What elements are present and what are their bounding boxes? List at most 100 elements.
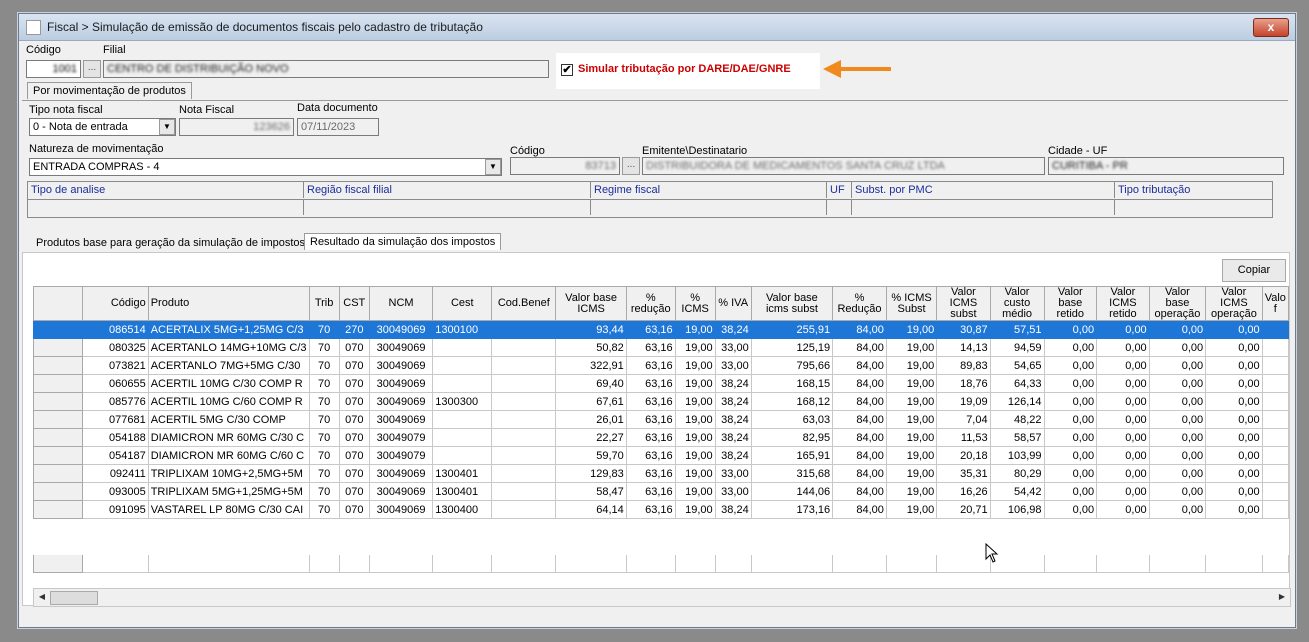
col-trib[interactable]: Trib [308,286,340,321]
table-row[interactable]: 080325 ACERTANLO 14MG+10MG C/3 70 070 300490… [32,338,1290,357]
col-perc-icms[interactable]: % ICMS [674,286,716,321]
natureza-dropdown-icon[interactable]: ▼ [485,159,501,175]
col-perc-reducao-subst[interactable]: % Redução [832,286,887,321]
row-indicator[interactable] [32,374,84,393]
col-produto[interactable]: Produto [147,286,310,321]
table-cell: 144,06 [750,482,834,501]
row-indicator[interactable] [32,320,84,339]
copiar-button[interactable]: Copiar [1222,259,1286,282]
table-cell [491,320,557,339]
row-indicator[interactable] [32,338,84,357]
natureza-select[interactable]: ENTRADA COMPRAS - 4 [29,158,502,176]
resultado-panel: Copiar Código Produto Trib CST NCM Cest [22,252,1291,607]
col-perc-iva[interactable]: % IVA [714,286,752,321]
col-perc-reducao[interactable]: % redução [625,286,676,321]
col-valor-base-retido[interactable]: Valor base retido [1043,286,1098,321]
col-cst[interactable]: CST [338,286,370,321]
table-cell: 054187 [82,446,149,465]
col-valor-custo-medio[interactable]: Valor custo médio [989,286,1045,321]
row-indicator[interactable] [32,482,84,501]
codigo2-lookup-button[interactable]: ... [622,157,640,175]
col-valor-icms-subst[interactable]: Valor ICMS subst [936,286,991,321]
col-valor-base-icms-subst[interactable]: Valor base icms subst [750,286,834,321]
empty-row [32,536,1290,555]
tab-produtos-base[interactable]: Produtos base para geração da simulação … [31,235,310,251]
scroll-right-icon[interactable]: ▶ [1275,590,1289,604]
col-valor-icms-operacao[interactable]: Valor ICMS operação [1205,286,1263,321]
table-cell [1261,554,1290,573]
info-header-regime-fiscal: Regime fiscal [591,182,827,198]
table-row[interactable]: 085776 ACERTIL 10MG C/60 COMP R 70 070 30049… [32,392,1290,411]
table-row[interactable]: 054187 DIAMICRON MR 60MG C/60 C 70 070 30049… [32,446,1290,465]
col-valor-base-icms[interactable]: Valor base ICMS [555,286,627,321]
info-grid: Tipo de analise Região fiscal filial Reg… [27,181,1273,218]
table-row[interactable]: 060655 ACERTIL 10MG C/30 COMP R 70 070 30049… [32,374,1290,393]
table-cell [555,554,627,573]
col-valor-base-operacao[interactable]: Valor base operação [1148,286,1207,321]
horizontal-scrollbar[interactable]: ◀ ▶ [33,588,1291,607]
table-cell [1096,536,1150,555]
row-indicator[interactable] [32,464,84,483]
codigo-lookup-button[interactable]: ... [83,60,101,78]
simular-tributacao-label[interactable]: Simular tributação por DARE/DAE/GNRE [578,63,791,75]
table-row[interactable]: 086514 ACERTALIX 5MG+1,25MG C/3 70 270 30049… [32,320,1290,339]
table-cell: 070 [338,464,370,483]
col-ncm[interactable]: NCM [368,286,434,321]
scroll-thumb[interactable] [50,591,98,605]
table-cell [32,554,84,573]
table-cell: 19,00 [885,374,938,393]
table-cell: 0,00 [1043,410,1098,429]
table-cell: 33,00 [714,464,752,483]
col-cod-benef[interactable]: Cod.Benef [491,286,557,321]
row-indicator[interactable] [32,356,84,375]
table-cell: 080325 [82,338,149,357]
tipo-nota-select[interactable]: 0 - Nota de entrada [29,118,176,136]
table-cell [1043,554,1098,573]
col-valor-f[interactable]: Valo f [1261,286,1290,321]
col-valor-icms-retido[interactable]: Valor ICMS retido [1096,286,1150,321]
table-cell: 0,00 [1205,428,1263,447]
table-cell: 30049069 [368,320,434,339]
table-cell [625,554,676,573]
table-row[interactable]: 054188 DIAMICRON MR 60MG C/30 C 70 070 30049… [32,428,1290,447]
empty-row [32,554,1290,573]
title-bar[interactable]: Fiscal > Simulação de emissão de documen… [19,14,1295,41]
scroll-left-icon[interactable]: ◀ [35,590,49,604]
table-row[interactable]: 092411 TRIPLIXAM 10MG+2,5MG+5M 70 070 300490… [32,464,1290,483]
row-indicator[interactable] [32,410,84,429]
tab-resultado-simulacao[interactable]: Resultado da simulação dos impostos [304,233,502,250]
table-row[interactable]: 091095 VASTAREL LP 80MG C/30 CAI 70 070 3004… [32,500,1290,519]
col-cest[interactable]: Cest [432,286,493,321]
table-cell: 70 [308,338,340,357]
col-codigo[interactable]: Código [82,286,149,321]
table-cell: 50,82 [555,338,627,357]
table-row[interactable]: 077681 ACERTIL 5MG C/30 COMP 70 070 30049069… [32,410,1290,429]
table-cell: 1300400 [432,500,493,519]
row-indicator[interactable] [32,500,84,519]
codigo-field[interactable]: 1001 [26,60,81,78]
table-cell: 69,40 [555,374,627,393]
row-indicator[interactable] [32,428,84,447]
table-cell: 0,00 [1096,500,1150,519]
table-cell [432,428,493,447]
table-row[interactable]: 073821 ACERTANLO 7MG+5MG C/30 70 070 3004906… [32,356,1290,375]
table-cell: 19,00 [885,482,938,501]
simular-tributacao-checkbox[interactable]: ✔ [561,64,573,76]
table-cell [555,536,627,555]
natureza-label: Natureza de movimentação [29,143,164,155]
table-cell: 94,59 [989,338,1045,357]
row-indicator[interactable] [32,446,84,465]
table-row[interactable]: 093005 TRIPLIXAM 5MG+1,25MG+5M 70 070 300490… [32,482,1290,501]
table-cell: TRIPLIXAM 5MG+1,25MG+5M [147,482,310,501]
table-cell: 168,12 [750,392,834,411]
table-cell: 0,00 [1043,482,1098,501]
col-perc-icms-subst[interactable]: % ICMS Subst [885,286,938,321]
table-cell: 35,31 [936,464,991,483]
codigo2-label: Código [510,145,545,157]
tab-por-movimentacao[interactable]: Por movimentação de produtos [27,82,192,99]
table-cell: 30049069 [368,500,434,519]
table-cell: 18,76 [936,374,991,393]
row-indicator[interactable] [32,392,84,411]
close-button[interactable]: x [1253,18,1289,37]
tipo-nota-dropdown-icon[interactable]: ▼ [159,119,175,135]
